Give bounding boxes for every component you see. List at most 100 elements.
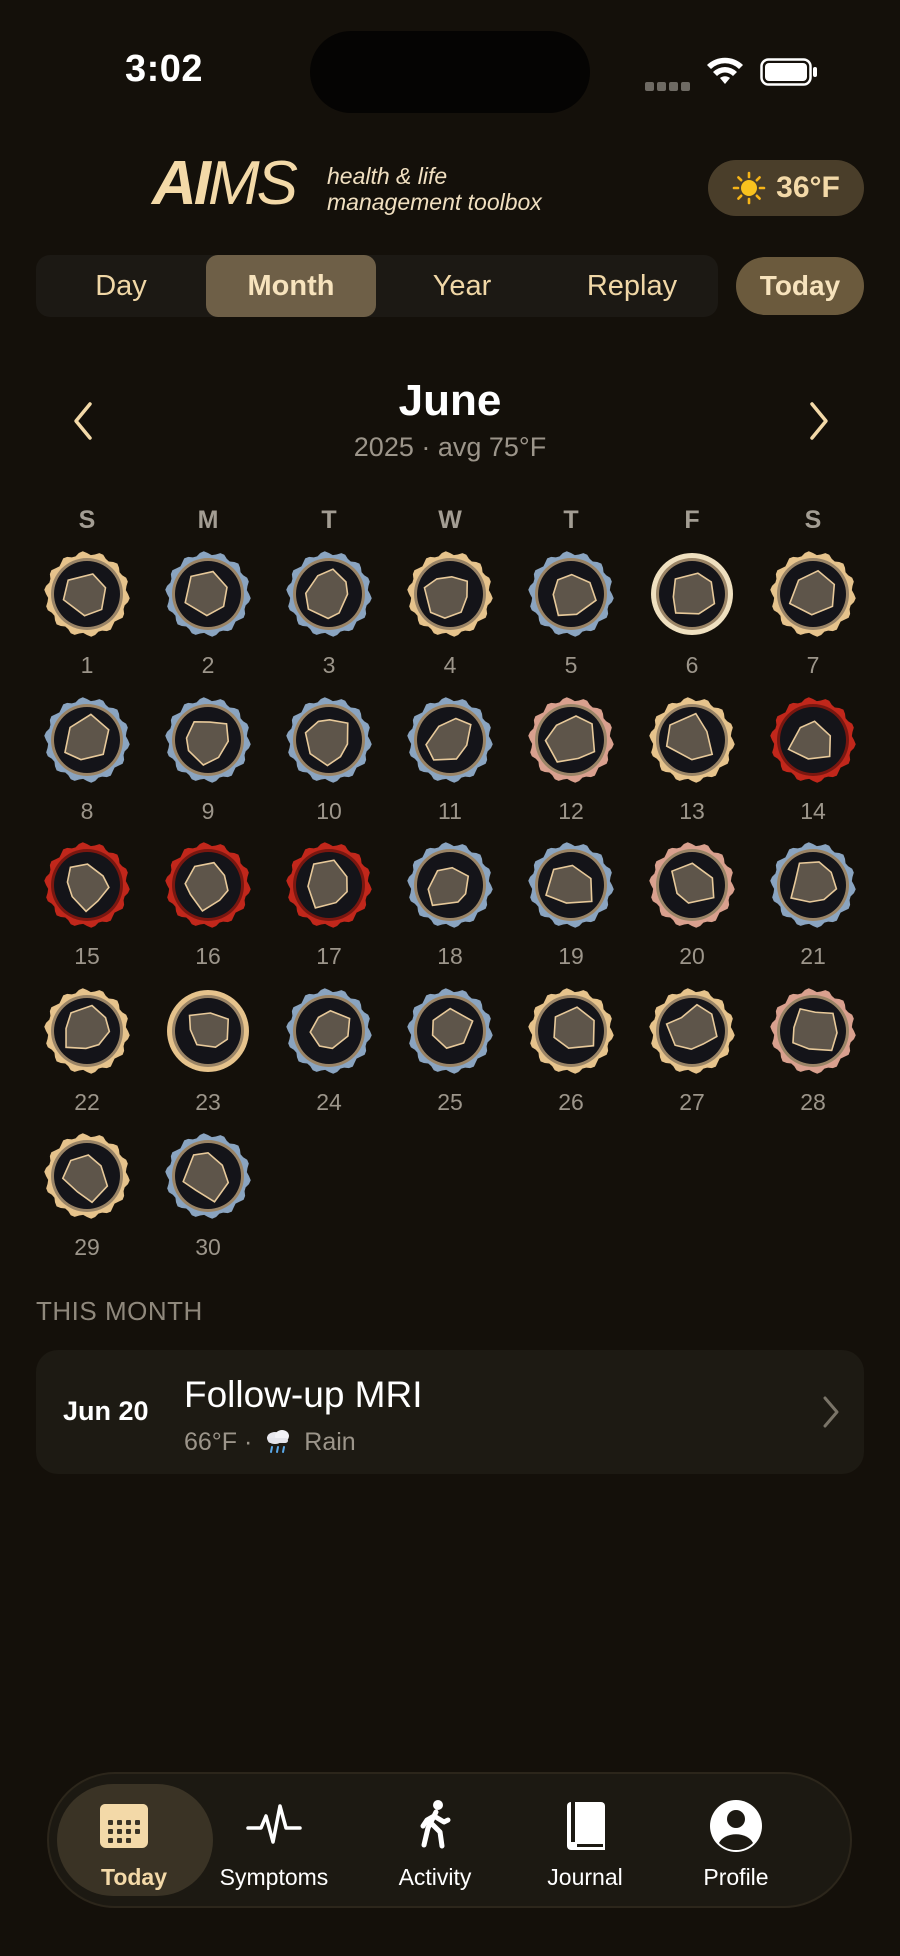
tabbar-today[interactable]: Today [49,1774,213,1906]
weekday-friday: F [684,506,700,534]
tab-year[interactable]: Year [377,255,547,317]
day-cell[interactable] [283,839,375,931]
logo-ms: MS [208,149,298,218]
day-glyph [286,842,372,928]
day-glyph [528,988,614,1074]
app-logo: AIMS health & life management toolbox [152,153,572,223]
day-glyph [44,842,130,928]
tabbar-activity[interactable]: Activity [360,1774,510,1906]
day-number: 10 [316,798,342,824]
today-button[interactable]: Today [736,257,864,315]
day-cell[interactable] [41,985,133,1077]
tabbar-journal[interactable]: Journal [510,1774,660,1906]
day-number: 1 [80,652,94,678]
day-cell[interactable] [41,1130,133,1222]
day-number: 23 [195,1089,221,1115]
day-cell[interactable] [525,548,617,640]
tabbar-label-activity: Activity [398,1864,472,1890]
day-cell[interactable] [525,839,617,931]
tab-day[interactable]: Day [36,255,206,317]
day-cell[interactable] [404,839,496,931]
day-cell[interactable] [767,694,859,786]
day-number: 18 [437,943,463,969]
day-cell[interactable] [283,694,375,786]
day-number: 19 [558,943,584,969]
tabbar-label-today: Today [100,1864,168,1890]
day-glyph [770,842,856,928]
day-glyph [407,551,493,637]
day-cell[interactable] [767,839,859,931]
day-cell[interactable] [283,548,375,640]
day-cell[interactable] [646,548,738,640]
tabbar-profile[interactable]: Profile [661,1774,811,1906]
day-number: 15 [74,943,100,969]
day-number: 26 [558,1089,584,1115]
weather-pill[interactable]: 36°F [708,160,864,216]
day-glyph [165,697,251,783]
next-month-chevron-icon[interactable] [798,398,838,444]
weekday-saturday: S [804,506,822,534]
weekday-wednesday: W [438,506,462,534]
day-glyph [528,842,614,928]
logo-ai: AI [152,149,211,218]
tabbar-label-symptoms: Symptoms [219,1864,329,1890]
day-cell[interactable] [525,985,617,1077]
tabbar-symptoms[interactable]: Symptoms [199,1774,349,1906]
tab-replay[interactable]: Replay [547,255,717,317]
tab-month[interactable]: Month [206,255,376,317]
day-number: 27 [679,1089,705,1115]
day-cell[interactable] [767,548,859,640]
day-number: 7 [806,652,820,678]
day-number: 4 [443,652,457,678]
day-cell[interactable] [646,839,738,931]
day-cell[interactable] [404,548,496,640]
tabbar-label-profile: Profile [703,1864,769,1890]
day-number: 5 [564,652,578,678]
month-subtitle: 2025 · avg 75°F [353,432,547,462]
day-cell[interactable] [162,985,254,1077]
day-glyph [770,697,856,783]
day-cell[interactable] [283,985,375,1077]
day-number: 11 [438,798,462,824]
day-number: 30 [195,1234,221,1260]
status-time: 3:02 [125,48,204,90]
day-cell[interactable] [404,985,496,1077]
day-cell[interactable] [41,694,133,786]
day-cell[interactable] [525,694,617,786]
day-cell[interactable] [404,694,496,786]
day-number: 8 [80,798,94,824]
day-number: 6 [685,652,699,678]
day-number: 20 [679,943,705,969]
day-cell[interactable] [41,548,133,640]
day-cell[interactable] [646,694,738,786]
day-glyph [165,842,251,928]
sun-icon [732,171,766,205]
day-glyph [167,990,249,1072]
day-cell[interactable] [162,548,254,640]
day-cell[interactable] [162,694,254,786]
day-number: 21 [800,943,826,969]
tagline-line-1: health & life [327,163,448,189]
day-cell[interactable] [162,839,254,931]
day-number: 22 [74,1089,100,1115]
day-glyph [651,553,733,635]
day-cell[interactable] [767,985,859,1077]
day-number: 14 [800,798,826,824]
view-segmented-control: Day Month Year Replay [36,255,718,317]
day-glyph [44,988,130,1074]
day-cell[interactable] [41,839,133,931]
day-number: 25 [437,1089,463,1115]
event-card[interactable]: Jun 20 Follow-up MRI 66°F · Rain [36,1350,864,1474]
day-number: 9 [201,798,215,824]
day-glyph [44,1133,130,1219]
day-number: 16 [195,943,221,969]
day-number: 3 [322,652,336,678]
day-glyph [407,842,493,928]
weekday-tuesday: T [321,506,337,534]
calendar-icon [100,1804,148,1848]
day-glyph [407,988,493,1074]
day-cell[interactable] [646,985,738,1077]
day-glyph [286,551,372,637]
book-icon [567,1802,605,1850]
day-cell[interactable] [162,1130,254,1222]
